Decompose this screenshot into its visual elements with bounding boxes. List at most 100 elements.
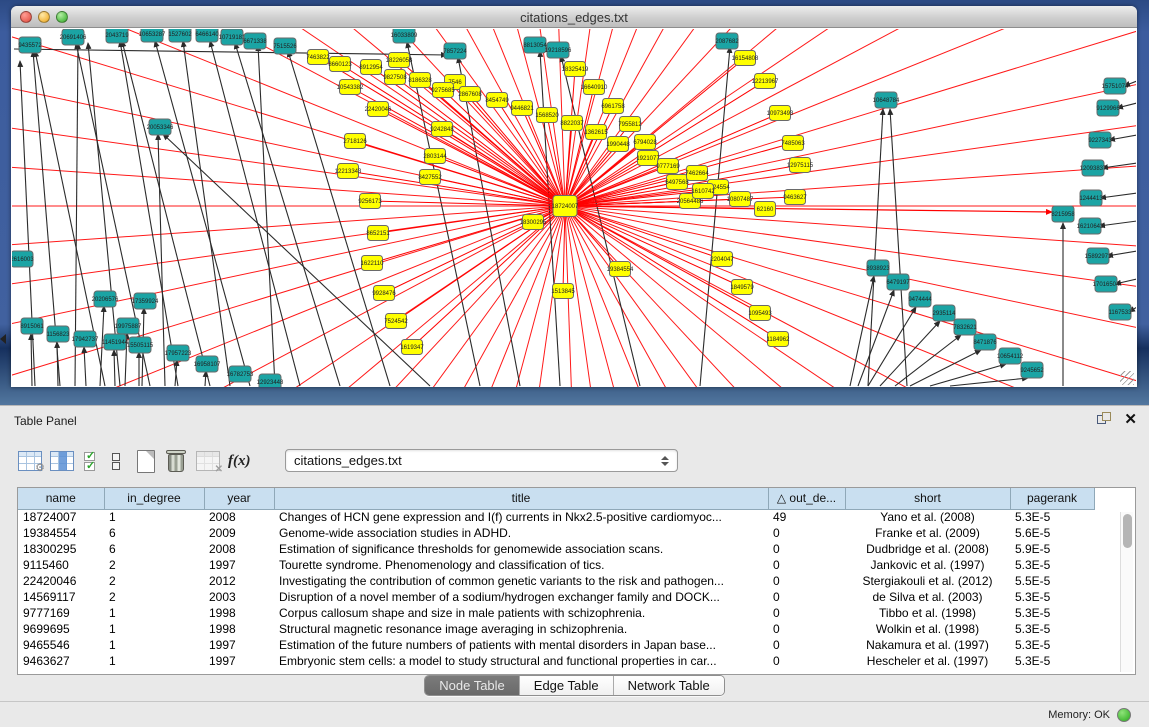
graph-node[interactable]: 20053346: [147, 119, 174, 135]
graph-node[interactable]: 1849579: [730, 280, 754, 295]
cell[interactable]: 2: [104, 557, 204, 573]
column-header-name[interactable]: name: [18, 488, 104, 509]
table-row[interactable]: 1830029562008Estimation of significance …: [18, 541, 1094, 557]
table-row[interactable]: 946554611997Estimation of the future num…: [18, 637, 1094, 653]
tab-network-table[interactable]: Network Table: [614, 676, 724, 695]
column-header-out-de-[interactable]: △ out_de...: [768, 488, 845, 509]
create-column-button[interactable]: [137, 447, 155, 475]
graph-node[interactable]: 16154808: [732, 51, 759, 66]
graph-node[interactable]: 1095493: [748, 306, 772, 321]
graph-node[interactable]: 9256173: [358, 194, 382, 209]
graph-node[interactable]: 8186328: [408, 73, 432, 88]
graph-node[interactable]: 6961758: [601, 99, 625, 114]
cell[interactable]: 0: [768, 621, 845, 637]
cell[interactable]: Dudbridge et al. (2008): [845, 541, 1010, 557]
float-panel-icon[interactable]: [1097, 412, 1112, 427]
graph-node[interactable]: 9129966: [1096, 100, 1120, 116]
cell[interactable]: 0: [768, 637, 845, 653]
graph-node[interactable]: 10653287: [139, 29, 166, 42]
graph-node[interactable]: 18300295: [520, 215, 547, 230]
cell[interactable]: 1: [104, 509, 204, 525]
cell[interactable]: 1997: [204, 653, 274, 669]
graph-node[interactable]: 7832621: [953, 319, 977, 335]
network-canvas[interactable]: 9435572206914062043719106532871527602646…: [12, 29, 1136, 387]
graph-node[interactable]: 8471876: [973, 334, 997, 350]
citation-network-graph[interactable]: 9435572206914062043719106532871527602646…: [12, 29, 1136, 387]
graph-node[interactable]: 1513845: [551, 284, 575, 299]
cell[interactable]: 5.3E-5: [1010, 509, 1094, 525]
cell[interactable]: 1: [104, 621, 204, 637]
function-builder-button[interactable]: f(x): [228, 447, 251, 475]
cell[interactable]: Yano et al. (2008): [845, 509, 1010, 525]
table-row[interactable]: 946362711997Embryonic stem cells: a mode…: [18, 653, 1094, 669]
cell[interactable]: 0: [768, 653, 845, 669]
column-header-title[interactable]: title: [274, 488, 768, 509]
graph-node[interactable]: 12213967: [752, 74, 779, 89]
graph-node[interactable]: 17957223: [165, 345, 192, 361]
graph-node[interactable]: 2867608: [458, 87, 482, 102]
cell[interactable]: 2008: [204, 541, 274, 557]
cell[interactable]: Jankovic et al. (1997): [845, 557, 1010, 573]
graph-node[interactable]: 9227343: [1088, 132, 1112, 148]
cell[interactable]: 5.3E-5: [1010, 605, 1094, 621]
cell[interactable]: 9465546: [18, 637, 104, 653]
table-row[interactable]: 1872400712008Changes of HCN gene express…: [18, 509, 1094, 525]
graph-node[interactable]: 6479197: [886, 274, 910, 290]
graph-node[interactable]: 1990448: [606, 137, 630, 152]
cell[interactable]: 5.3E-5: [1010, 589, 1094, 605]
table-scrollbar[interactable]: [1120, 512, 1133, 672]
cell[interactable]: 0: [768, 557, 845, 573]
column-header-short[interactable]: short: [845, 488, 1010, 509]
cell[interactable]: 2009: [204, 525, 274, 541]
cell[interactable]: 5.3E-5: [1010, 621, 1094, 637]
graph-node[interactable]: 2935114: [933, 305, 957, 321]
cell[interactable]: Franke et al. (2009): [845, 525, 1010, 541]
cell[interactable]: 5.3E-5: [1010, 557, 1094, 573]
cell[interactable]: 18724007: [18, 509, 104, 525]
graph-node[interactable]: 8215958: [1051, 206, 1075, 222]
graph-node[interactable]: 2043719: [105, 29, 129, 43]
table-row[interactable]: 1938455462009Genome-wide association stu…: [18, 525, 1094, 541]
graph-node[interactable]: 1156823: [47, 326, 71, 342]
cell[interactable]: 5.3E-5: [1010, 637, 1094, 653]
table-settings-button[interactable]: ⚙: [18, 447, 42, 475]
cell[interactable]: Investigating the contribution of common…: [274, 573, 768, 589]
graph-node[interactable]: 8912954: [359, 60, 383, 75]
graph-node[interactable]: 1568520: [535, 108, 559, 123]
cell[interactable]: 1997: [204, 637, 274, 653]
graph-node[interactable]: 9242848: [430, 122, 454, 137]
graph-node[interactable]: 12093837: [1080, 160, 1107, 176]
graph-node[interactable]: 10973493: [767, 106, 794, 121]
cell[interactable]: de Silva et al. (2003): [845, 589, 1010, 605]
column-header-year[interactable]: year: [204, 488, 274, 509]
cell[interactable]: Estimation of the future numbers of pati…: [274, 637, 768, 653]
table-row[interactable]: 977716911998Corpus callosum shape and si…: [18, 605, 1094, 621]
cell[interactable]: Structural magnetic resonance image aver…: [274, 621, 768, 637]
graph-node[interactable]: 9474444: [908, 291, 932, 307]
select-columns-button[interactable]: [84, 447, 95, 475]
cell[interactable]: Tourette syndrome. Phenomenology and cla…: [274, 557, 768, 573]
cell[interactable]: 2: [104, 573, 204, 589]
cell[interactable]: Changes of HCN gene expression and I(f) …: [274, 509, 768, 525]
cell[interactable]: 6: [104, 525, 204, 541]
graph-node[interactable]: 16210643: [1077, 218, 1104, 234]
graph-node[interactable]: 7462664: [685, 166, 709, 181]
show-columns-button[interactable]: [50, 447, 74, 475]
graph-node[interactable]: 8822037: [560, 116, 584, 131]
window-titlebar[interactable]: citations_edges.txt: [11, 6, 1137, 28]
graph-node[interactable]: 2718126: [343, 134, 367, 149]
cell[interactable]: 9463627: [18, 653, 104, 669]
cell[interactable]: 1: [104, 605, 204, 621]
cell[interactable]: Disruption of a novel member of a sodium…: [274, 589, 768, 605]
cell[interactable]: 1998: [204, 621, 274, 637]
graph-node[interactable]: 9275685: [431, 83, 455, 98]
cell[interactable]: 49: [768, 509, 845, 525]
memory-ok-indicator[interactable]: [1117, 708, 1131, 722]
graph-node[interactable]: 12923448: [257, 374, 284, 387]
graph-node[interactable]: 15892971: [1085, 248, 1112, 264]
graph-node[interactable]: 1244413: [1079, 190, 1103, 206]
graph-node[interactable]: 9928476: [372, 286, 396, 301]
cell[interactable]: 1: [104, 653, 204, 669]
cell[interactable]: 0: [768, 525, 845, 541]
window-resize-grip[interactable]: [1120, 371, 1134, 385]
